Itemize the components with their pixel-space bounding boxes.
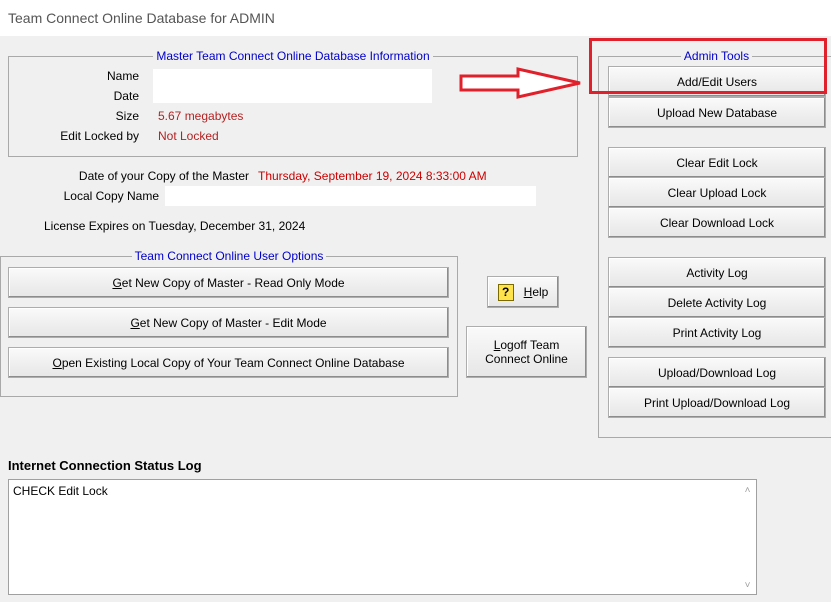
edit-mode-label: et New Copy of Master - Edit Mode — [139, 315, 327, 330]
status-log-scrollbar[interactable]: ˄ ˅ — [739, 480, 756, 594]
logoff-button[interactable]: Logoff Team Connect Online — [466, 326, 587, 378]
help-label: elp — [532, 285, 549, 299]
scroll-down-arrow-icon[interactable]: ˅ — [739, 577, 756, 594]
help-button[interactable]: ? Help — [487, 276, 559, 308]
license-expiry: License Expires on Tuesday, December 31,… — [44, 219, 306, 233]
logoff-label-line1: ogoff Team — [500, 338, 560, 352]
master-info-legend: Master Team Connect Online Database Info… — [156, 49, 430, 63]
activity-log-button[interactable]: Activity Log — [608, 257, 826, 288]
get-copy-edit-mode-button[interactable]: Get New Copy of Master - Edit Mode — [8, 307, 449, 338]
read-only-accel: G — [112, 275, 122, 290]
print-upload-download-log-button[interactable]: Print Upload/Download Log — [608, 387, 826, 418]
copy-date-label: Date of your Copy of the Master — [78, 169, 249, 183]
copy-date-value: Thursday, September 19, 2024 8:33:00 AM — [258, 169, 487, 183]
get-copy-read-only-button[interactable]: Get New Copy of Master - Read Only Mode — [8, 267, 449, 298]
window-title-bar: Team Connect Online Database for ADMIN — [0, 0, 831, 36]
open-local-copy-button[interactable]: Open Existing Local Copy of Your Team Co… — [8, 347, 449, 378]
edit-locked-by-value: Not Locked — [158, 129, 219, 143]
status-log-textarea[interactable]: CHECK Edit Lock ˄ ˅ — [8, 479, 757, 595]
edit-mode-accel: G — [130, 315, 140, 330]
read-only-label: et New Copy of Master - Read Only Mode — [121, 275, 345, 290]
user-options-legend: Team Connect Online User Options — [134, 249, 324, 263]
delete-activity-log-button[interactable]: Delete Activity Log — [608, 287, 826, 318]
date-label: Date — [113, 89, 139, 103]
open-local-accel: O — [52, 355, 62, 370]
open-local-label: pen Existing Local Copy of Your Team Con… — [61, 355, 405, 370]
question-icon: ? — [497, 283, 514, 301]
upload-download-log-button[interactable]: Upload/Download Log — [608, 357, 826, 388]
print-activity-log-button[interactable]: Print Activity Log — [608, 317, 826, 348]
name-label: Name — [106, 69, 139, 83]
clear-edit-lock-button[interactable]: Clear Edit Lock — [608, 147, 826, 178]
upload-new-database-button[interactable]: Upload New Database — [608, 97, 826, 128]
status-log-title: Internet Connection Status Log — [8, 458, 202, 473]
status-log-text: CHECK Edit Lock — [13, 484, 108, 498]
clear-upload-lock-button[interactable]: Clear Upload Lock — [608, 177, 826, 208]
size-label: Size — [115, 109, 139, 123]
master-name-field — [153, 69, 432, 103]
local-copy-name-label: Local Copy Name — [63, 189, 159, 203]
annotation-arrow-icon — [459, 67, 581, 99]
size-value: 5.67 megabytes — [158, 109, 244, 123]
annotation-highlight-box — [589, 38, 827, 94]
logoff-label-line2: Connect Online — [485, 352, 568, 366]
local-copy-name-field — [165, 186, 536, 206]
edit-locked-by-label: Edit Locked by — [60, 129, 139, 143]
window-title: Team Connect Online Database for ADMIN — [8, 10, 275, 26]
scroll-up-arrow-icon[interactable]: ˄ — [739, 482, 756, 499]
clear-download-lock-button[interactable]: Clear Download Lock — [608, 207, 826, 238]
